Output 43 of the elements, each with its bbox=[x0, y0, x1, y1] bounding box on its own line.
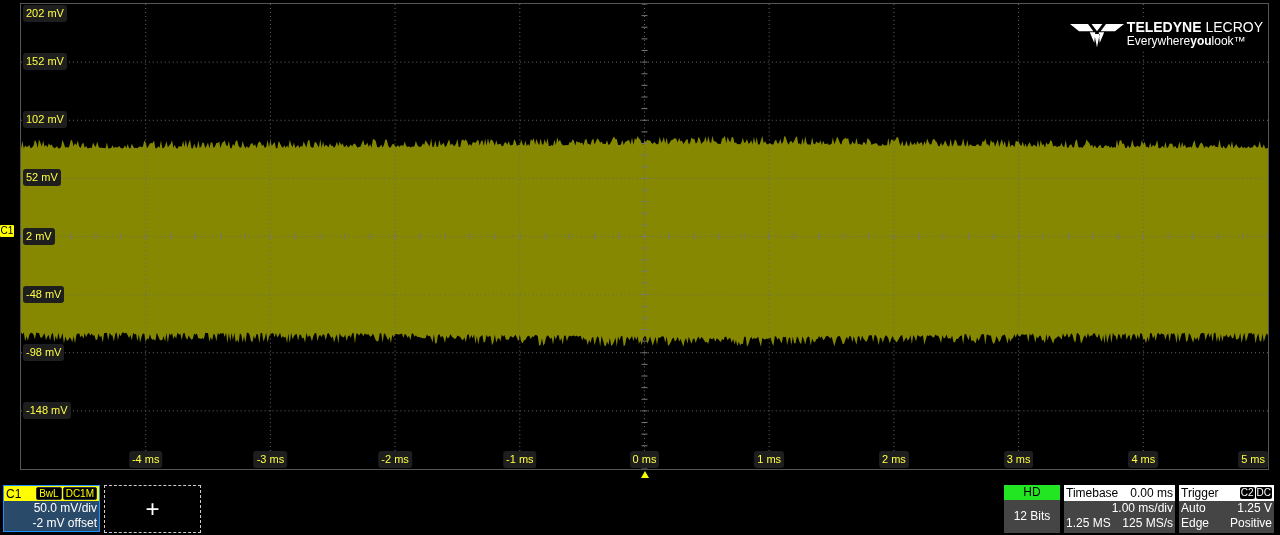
voltage-label: -98 mV bbox=[23, 343, 65, 361]
time-label: 0 ms bbox=[629, 451, 660, 468]
timebase-title: Timebase bbox=[1066, 486, 1119, 500]
vertical-scale: 50.0 mV/div bbox=[32, 501, 98, 516]
sample-count: 1.25 MS bbox=[1066, 516, 1111, 531]
timebase-delay: 0.00 ms bbox=[1130, 486, 1173, 500]
voltage-label: -148 mV bbox=[23, 401, 71, 419]
channel-descriptor[interactable]: C1 BwL DC1M 50.0 mV/div -2 mV offset bbox=[3, 485, 100, 532]
add-trace-button[interactable]: + bbox=[104, 485, 201, 533]
channel-tag: BwL bbox=[36, 487, 62, 500]
voltage-label: 102 mV bbox=[23, 111, 67, 129]
sample-rate: 125 MS/s bbox=[1122, 516, 1173, 531]
trigger-level: 1.25 V bbox=[1237, 501, 1272, 516]
trigger-tag: DC bbox=[1255, 487, 1272, 499]
hd-title: HD bbox=[1004, 485, 1060, 500]
voltage-label: 52 mV bbox=[23, 169, 61, 187]
brand-name: TELEDYNE LECROY bbox=[1126, 20, 1263, 34]
trigger-type: Edge bbox=[1181, 516, 1210, 531]
time-label: -4 ms bbox=[128, 451, 163, 468]
time-label: -2 ms bbox=[378, 451, 412, 468]
trigger-descriptor[interactable]: Trigger C2 DC Auto 1.25 V Edge Positive bbox=[1179, 485, 1274, 533]
trigger-slope: Positive bbox=[1229, 516, 1272, 531]
vertical-offset: -2 mV offset bbox=[31, 516, 98, 531]
hd-descriptor[interactable]: HD 12 Bits bbox=[1004, 485, 1060, 533]
tagline: Everywhereyoulook™ bbox=[1126, 34, 1247, 48]
trigger-title: Trigger bbox=[1181, 486, 1219, 500]
trigger-tag: C2 bbox=[1239, 487, 1255, 499]
time-label: 3 ms bbox=[1003, 451, 1034, 468]
channel-tag: DC1M bbox=[62, 487, 97, 500]
time-label: 4 ms bbox=[1128, 451, 1159, 468]
channel-name: C1 bbox=[6, 486, 23, 501]
time-label: 5 ms bbox=[1238, 451, 1268, 468]
time-label: 2 ms bbox=[878, 451, 909, 468]
voltage-label: 202 mV bbox=[23, 5, 67, 22]
timebase-descriptor[interactable]: Timebase 0.00 ms 1.00 ms/div 1.25 MS 125 MS/s bbox=[1064, 485, 1175, 533]
voltage-label: 152 mV bbox=[23, 53, 67, 71]
time-label: -1 ms bbox=[503, 451, 537, 468]
time-per-div: 1.00 ms/div bbox=[1111, 501, 1173, 516]
channel-marker[interactable]: C1 bbox=[0, 225, 14, 237]
trigger-mode: Auto bbox=[1181, 501, 1206, 516]
time-label: -3 ms bbox=[253, 451, 288, 468]
time-label: 1 ms bbox=[754, 451, 785, 468]
resolution-label: 12 Bits bbox=[1012, 508, 1052, 525]
